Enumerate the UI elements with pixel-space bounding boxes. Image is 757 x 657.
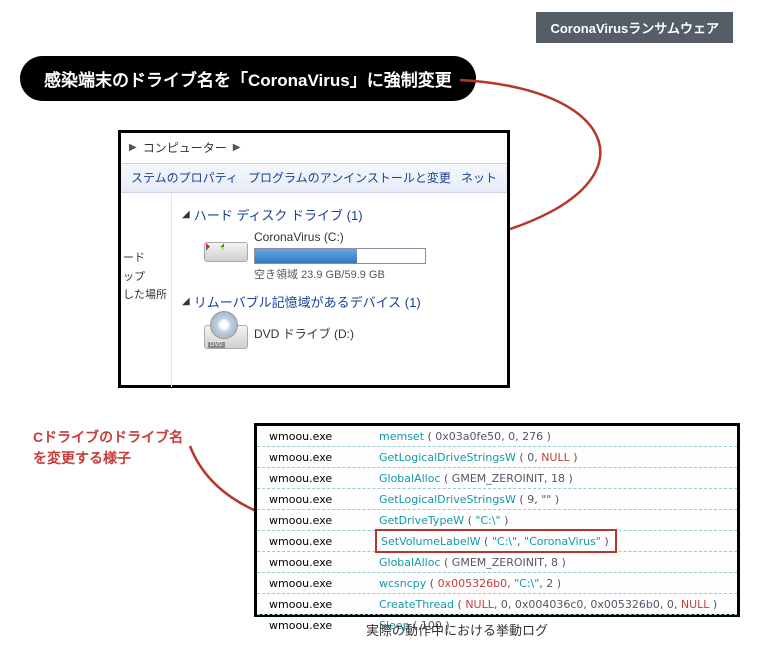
log-process: wmoou.exe <box>269 535 379 548</box>
breadcrumb-label: コンピューター <box>143 133 227 163</box>
chevron-right-icon: ▶ <box>233 133 241 163</box>
log-row: wmoou.exe wcsncpy ( 0x005326b0, "C:\", 2… <box>257 573 737 594</box>
log-process: wmoou.exe <box>269 430 379 443</box>
headline-pill: 感染端末のドライブ名を「CoronaVirus」に強制変更 <box>20 56 476 101</box>
annotation-drive-rename: Cドライブのドライブ名 を変更する様子 <box>33 427 183 469</box>
log-fn: SetVolumeLabelW <box>381 535 481 548</box>
caret-down-icon: ◢ <box>182 209 190 220</box>
dvd-name: DVD ドライブ (D:) <box>254 325 497 342</box>
log-process: wmoou.exe <box>269 472 379 485</box>
menu-network[interactable]: ネット <box>461 164 497 192</box>
log-process: wmoou.exe <box>269 598 379 611</box>
drive-c-free: 空き領域 23.9 GB/59.9 GB <box>254 266 497 282</box>
log-row: wmoou.exe memset ( 0x03a0fe50, 0, 276 ) <box>257 426 737 447</box>
log-fn: GetLogicalDriveStringsW <box>379 451 516 464</box>
explorer-window: ▶ コンピューター ▶ ステムのプロパティ プログラムのアンインストールと変更 … <box>118 130 510 388</box>
menu-uninstall[interactable]: プログラムのアンインストールと変更 <box>248 164 451 192</box>
drive-c-row[interactable]: CoronaVirus (C:) 空き領域 23.9 GB/59.9 GB <box>204 230 497 282</box>
hdd-icon <box>204 230 246 262</box>
log-process: wmoou.exe <box>269 451 379 464</box>
hdd-section-header[interactable]: ◢ ハード ディスク ドライブ (1) <box>182 205 497 224</box>
log-row: wmoou.exe GlobalAlloc ( GMEM_ZEROINIT, 1… <box>257 468 737 489</box>
log-fn: GlobalAlloc <box>379 472 441 485</box>
setvolumelabel-highlight: SetVolumeLabelW ( "C:\", "CoronaVirus" ) <box>375 529 617 553</box>
explorer-menubar: ステムのプロパティ プログラムのアンインストールと変更 ネット <box>121 164 507 193</box>
annotation-line2: を変更する様子 <box>33 448 183 469</box>
log-row: wmoou.exe GetDriveTypeW ( "C:\" ) <box>257 510 737 531</box>
chevron-right-icon: ▶ <box>129 133 137 163</box>
log-row: wmoou.exe GetLogicalDriveStringsW ( 9, "… <box>257 489 737 510</box>
menu-system-properties[interactable]: ステムのプロパティ <box>131 164 238 192</box>
removable-section-label: リムーバブル記憶域があるデバイス (1) <box>194 292 421 311</box>
explorer-main: ◢ ハード ディスク ドライブ (1) CoronaVirus (C:) 空き領… <box>172 193 507 387</box>
drive-c-name: CoronaVirus (C:) <box>254 230 497 244</box>
dvd-row[interactable]: DVD DVD ドライブ (D:) <box>204 317 497 349</box>
log-row: wmoou.exe GlobalAlloc ( GMEM_ZEROINIT, 8… <box>257 552 737 573</box>
caret-down-icon: ◢ <box>182 296 190 307</box>
breadcrumb[interactable]: ▶ コンピューター ▶ <box>121 133 507 164</box>
log-row-highlighted: wmoou.exe SetVolumeLabelW ( "C:\", "Coro… <box>257 531 737 552</box>
sidebar-fragment: ップ <box>123 268 171 287</box>
log-caption: 実際の動作中における挙動ログ <box>366 620 548 639</box>
domain-tag: CoronaVirusランサムウェア <box>536 12 733 43</box>
dvd-badge: DVD <box>208 342 225 348</box>
annotation-line1: Cドライブのドライブ名 <box>33 427 183 448</box>
log-fn: GlobalAlloc <box>379 556 441 569</box>
log-row: wmoou.exe GetLogicalDriveStringsW ( 0, N… <box>257 447 737 468</box>
behaviour-log: wmoou.exe memset ( 0x03a0fe50, 0, 276 ) … <box>254 423 740 617</box>
log-fn: wcsncpy <box>379 577 426 590</box>
log-fn: GetDriveTypeW <box>379 514 464 527</box>
hdd-section-label: ハード ディスク ドライブ (1) <box>194 205 363 224</box>
log-fn: GetLogicalDriveStringsW <box>379 493 516 506</box>
log-process: wmoou.exe <box>269 514 379 527</box>
log-process: wmoou.exe <box>269 577 379 590</box>
explorer-sidebar: ード ップ した場所 <box>121 193 172 387</box>
sidebar-fragment: した場所 <box>123 286 171 305</box>
log-process: wmoou.exe <box>269 493 379 506</box>
log-fn: memset <box>379 430 424 443</box>
log-process: wmoou.exe <box>269 619 379 632</box>
drive-c-usage-bar <box>254 248 426 264</box>
log-args: ( 0x03a0fe50, 0, 276 ) <box>424 430 551 443</box>
log-process: wmoou.exe <box>269 556 379 569</box>
removable-section-header[interactable]: ◢ リムーバブル記憶域があるデバイス (1) <box>182 292 497 311</box>
log-row: wmoou.exe CreateThread ( NULL, 0, 0x0040… <box>257 594 737 615</box>
log-fn: CreateThread <box>379 598 454 611</box>
dvd-drive-icon: DVD <box>204 317 246 349</box>
sidebar-fragment: ード <box>123 249 171 268</box>
